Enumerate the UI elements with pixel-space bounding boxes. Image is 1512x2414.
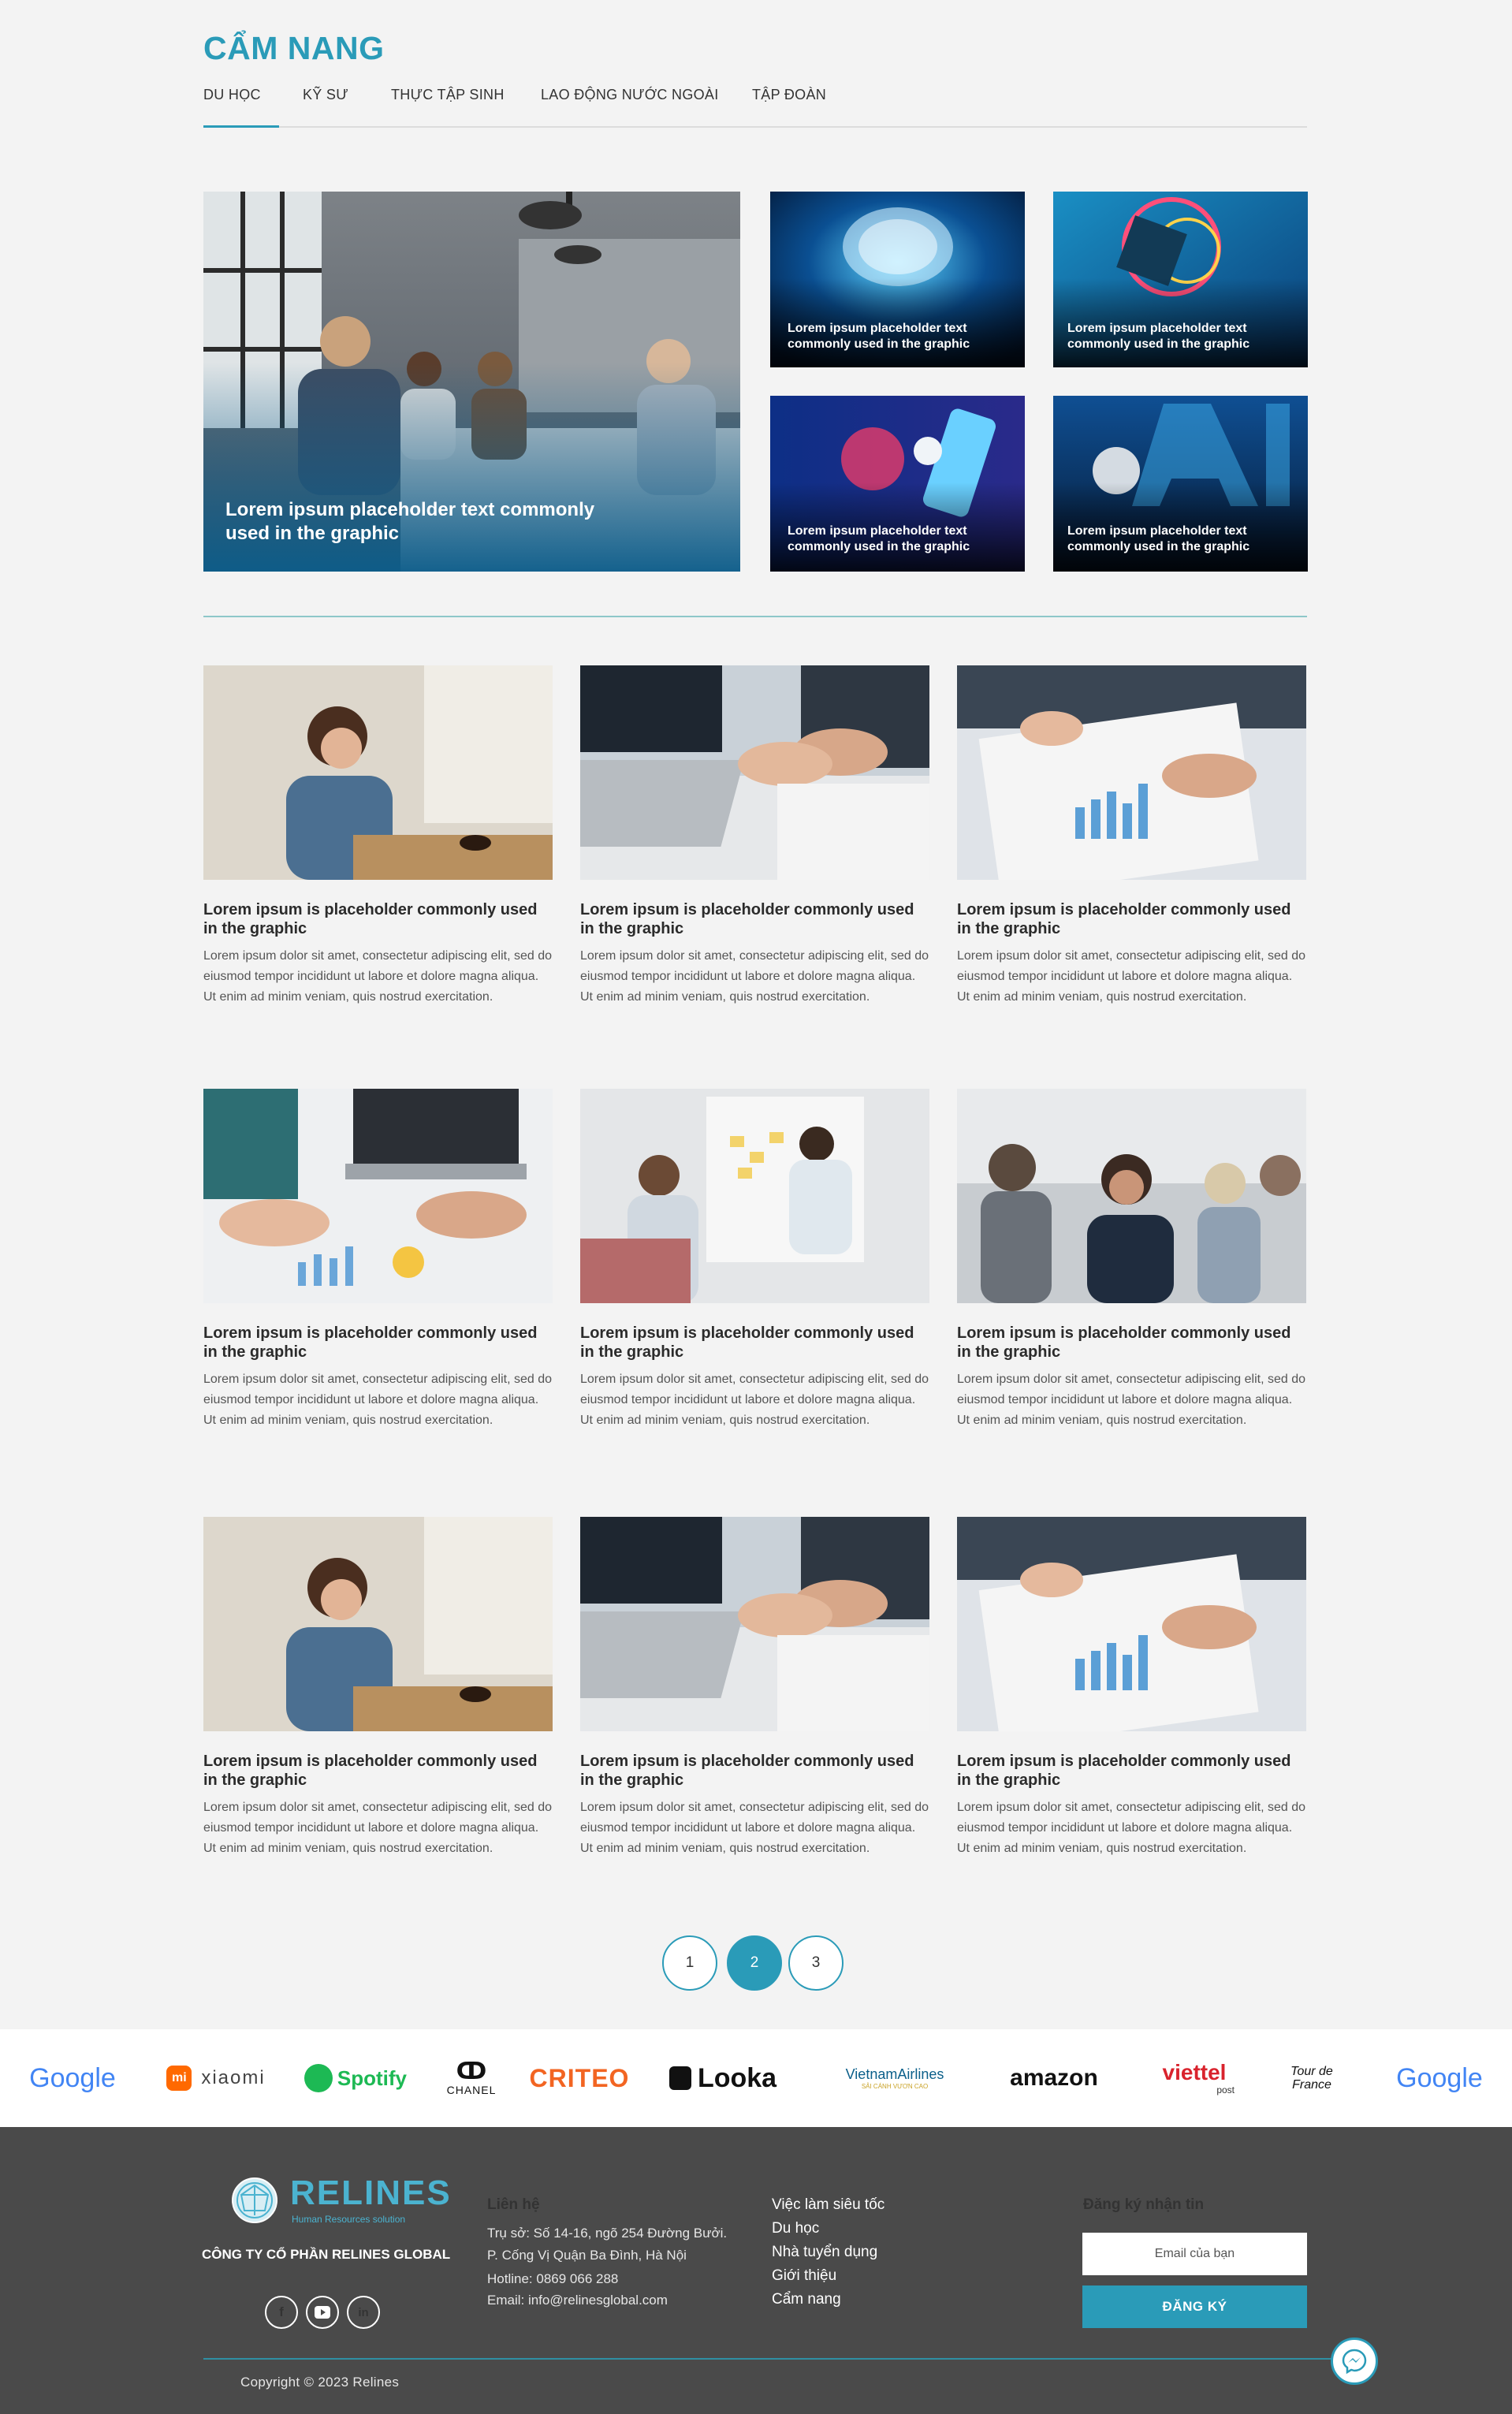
xiaomi-icon: mi: [166, 2066, 192, 2091]
company-name: CÔNG TY CỔ PHẦN RELINES GLOBAL: [202, 2247, 451, 2262]
page-1-button[interactable]: 1: [662, 1935, 717, 1991]
featured-caption-2[interactable]: Lorem ipsum placeholder text commonly us…: [1067, 321, 1296, 352]
contact-address-1: Trụ sở: Số 14-16, ngõ 254 Đường Bưởi.: [487, 2226, 728, 2241]
relines-logo-text: RELINES: [290, 2174, 452, 2212]
footer-divider: [203, 2358, 1339, 2360]
footer-link-cam-nang[interactable]: Cẩm nang: [772, 2291, 841, 2308]
article-image[interactable]: [580, 1517, 929, 1731]
relines-logo-icon: [232, 2177, 277, 2223]
featured-main-article[interactable]: Lorem ipsum placeholder text commonly us…: [203, 192, 740, 572]
linkedin-icon[interactable]: in: [347, 2296, 380, 2329]
messenger-icon[interactable]: [1331, 2338, 1378, 2385]
article-image[interactable]: [203, 1089, 553, 1303]
tab-thuc-tap-sinh[interactable]: THỰC TẬP SINH: [391, 87, 505, 103]
copyright-text: Copyright © 2023 Relines: [240, 2375, 400, 2390]
article-image[interactable]: [580, 665, 929, 880]
page-2-button[interactable]: 2: [727, 1935, 782, 1991]
featured-caption-1[interactable]: Lorem ipsum placeholder text commonly us…: [788, 321, 1008, 352]
featured-article-4[interactable]: Lorem ipsum placeholder text commonly us…: [1053, 396, 1308, 572]
category-tabs: DU HỌC KỸ SƯ THỰC TẬP SINH LAO ĐỘNG NƯỚC…: [203, 84, 1307, 128]
article-excerpt: Lorem ipsum dolor sit amet, consectetur …: [580, 1373, 929, 1427]
article-image[interactable]: [203, 665, 553, 880]
spotify-logo: Spotify: [304, 2029, 407, 2127]
footer-link-gioi-thieu[interactable]: Giới thiệu: [772, 2267, 836, 2285]
newsletter-heading: Đăng ký nhận tin: [1083, 2196, 1205, 2213]
tab-tap-doan[interactable]: TẬP ĐOÀN: [752, 87, 826, 103]
featured-main-caption[interactable]: Lorem ipsum placeholder text commonly us…: [225, 498, 635, 546]
section-divider: [203, 616, 1307, 617]
article-image[interactable]: [957, 1517, 1306, 1731]
article-title[interactable]: Lorem ipsum is placeholder commonly used…: [957, 1752, 1306, 1790]
amazon-logo: amazon: [1010, 2065, 1098, 2091]
looka-icon: [668, 2066, 691, 2090]
contact-address-2: P. Cống Vị Quận Ba Đình, Hà Nội: [487, 2248, 687, 2263]
footer-link-du-hoc[interactable]: Du học: [772, 2220, 819, 2237]
featured-caption-3[interactable]: Lorem ipsum placeholder text commonly us…: [788, 523, 1008, 555]
article-excerpt: Lorem ipsum dolor sit amet, consectetur …: [203, 1801, 552, 1855]
article-title[interactable]: Lorem ipsum is placeholder commonly used…: [957, 1324, 1306, 1362]
tab-lao-dong-nuoc-ngoai[interactable]: LAO ĐỘNG NƯỚC NGOÀI: [541, 87, 719, 103]
criteo-logo: CRITEO: [529, 2063, 630, 2092]
newsletter-email-input[interactable]: [1082, 2233, 1307, 2275]
article-image[interactable]: [580, 1089, 929, 1303]
page-title: CẨM NANG: [203, 30, 385, 66]
footer-link-nha-tuyen-dung[interactable]: Nhà tuyển dụng: [772, 2244, 877, 2261]
featured-article-3[interactable]: Lorem ipsum placeholder text commonly us…: [770, 396, 1025, 572]
article-image[interactable]: [957, 665, 1306, 880]
subscribe-button[interactable]: ĐĂNG KÝ: [1082, 2285, 1307, 2328]
featured-article-2[interactable]: Lorem ipsum placeholder text commonly us…: [1053, 192, 1308, 367]
tab-ky-su[interactable]: KỸ SƯ: [303, 87, 348, 103]
viettel-post-logo: viettel post: [1162, 2060, 1235, 2096]
xiaomi-logo: mi xiaomi: [161, 2029, 271, 2127]
featured-article-1[interactable]: Lorem ipsum placeholder text commonly us…: [770, 192, 1025, 367]
article-title[interactable]: Lorem ipsum is placeholder commonly used…: [957, 900, 1306, 938]
youtube-icon[interactable]: [306, 2296, 339, 2329]
article-title[interactable]: Lorem ipsum is placeholder commonly used…: [203, 900, 553, 938]
article-title[interactable]: Lorem ipsum is placeholder commonly used…: [580, 1752, 929, 1790]
article-image[interactable]: [957, 1089, 1306, 1303]
featured-caption-4[interactable]: Lorem ipsum placeholder text commonly us…: [1067, 523, 1296, 555]
article-title[interactable]: Lorem ipsum is placeholder commonly used…: [580, 1324, 929, 1362]
tour-de-france-logo: Tour de France: [1290, 2065, 1333, 2092]
article-title[interactable]: Lorem ipsum is placeholder commonly used…: [203, 1752, 553, 1790]
vietnam-airlines-logo: VietnamAirlines SẢI CÁNH VƯƠN CAO: [845, 2066, 944, 2090]
article-title[interactable]: Lorem ipsum is placeholder commonly used…: [580, 900, 929, 938]
article-excerpt: Lorem ipsum dolor sit amet, consectetur …: [580, 949, 929, 1004]
contact-email: Email: info@relinesglobal.com: [487, 2293, 668, 2308]
relines-tagline: Human Resources solution: [292, 2214, 406, 2225]
page-3-button[interactable]: 3: [788, 1935, 844, 1991]
article-excerpt: Lorem ipsum dolor sit amet, consectetur …: [203, 949, 552, 1004]
chanel-icon: ↀ: [456, 2058, 487, 2084]
google-logo: Google: [1396, 2062, 1483, 2093]
article-excerpt: Lorem ipsum dolor sit amet, consectetur …: [957, 1373, 1305, 1427]
article-excerpt: Lorem ipsum dolor sit amet, consectetur …: [957, 1801, 1305, 1855]
chanel-logo: ↀ CHANEL: [446, 2058, 497, 2097]
article-excerpt: Lorem ipsum dolor sit amet, consectetur …: [957, 949, 1305, 1004]
article-image[interactable]: [203, 1517, 553, 1731]
partner-logos: Google mi xiaomi Spotify ↀ CHANEL CRITEO…: [0, 2029, 1512, 2127]
footer-link-viec-lam[interactable]: Việc làm siêu tốc: [772, 2196, 884, 2214]
tab-active-indicator: [203, 125, 279, 128]
contact-hotline: Hotline: 0869 066 288: [487, 2271, 619, 2286]
article-title[interactable]: Lorem ipsum is placeholder commonly used…: [203, 1324, 553, 1362]
tab-du-hoc[interactable]: DU HỌC: [203, 87, 261, 103]
contact-heading: Liên hệ: [487, 2196, 540, 2213]
facebook-icon[interactable]: f: [265, 2296, 298, 2329]
looka-logo: Looka: [664, 2029, 782, 2127]
google-logo: Google: [29, 2062, 116, 2093]
spotify-icon: [304, 2064, 333, 2092]
article-excerpt: Lorem ipsum dolor sit amet, consectetur …: [203, 1373, 552, 1427]
article-excerpt: Lorem ipsum dolor sit amet, consectetur …: [580, 1801, 929, 1855]
